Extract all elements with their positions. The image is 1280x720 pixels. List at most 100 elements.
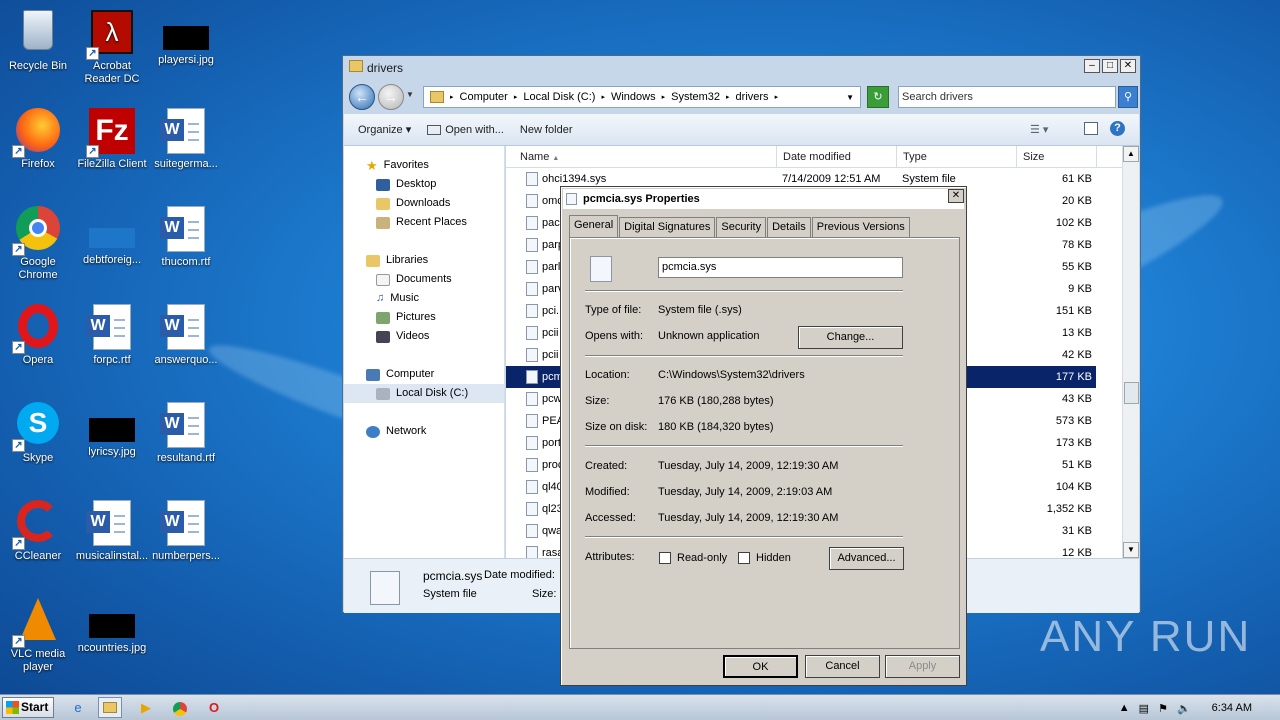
organize-button[interactable]: Organize ▾ — [358, 123, 411, 136]
nav-pictures[interactable]: Pictures — [344, 308, 504, 327]
file-list-scrollbar[interactable]: ▲ ▼ — [1122, 146, 1139, 558]
desktop-icon-lyricsy[interactable]: lyricsy.jpg — [74, 398, 150, 484]
desktop-icon-numberpers[interactable]: W numberpers... — [148, 496, 224, 582]
maximize-button[interactable]: □ — [1102, 59, 1118, 73]
tab-general[interactable]: General — [569, 215, 619, 237]
views-icon[interactable]: ☰ ▾ — [1030, 123, 1048, 136]
scrollbar-thumb[interactable] — [1124, 382, 1139, 404]
breadcrumb-system32[interactable]: System32 — [671, 91, 720, 103]
back-button[interactable]: ← — [349, 84, 375, 110]
close-button[interactable]: ✕ — [1120, 59, 1136, 73]
breadcrumb-local-disk[interactable]: Local Disk (C:) — [523, 91, 595, 103]
recent-pages-chevron-icon[interactable]: ▼ — [406, 90, 414, 99]
readonly-checkbox[interactable] — [659, 552, 671, 564]
media-player-icon[interactable]: ▶ — [134, 697, 158, 718]
nav-favorites[interactable]: ★ Favorites — [344, 156, 504, 175]
dialog-close-button[interactable]: ✕ — [948, 189, 964, 203]
desktop-icon-skype[interactable]: S ↗ Skype — [0, 398, 76, 484]
action-center-icon[interactable]: ⚑ — [1158, 702, 1168, 715]
hidden-label[interactable]: Hidden — [756, 552, 791, 564]
properties-dialog[interactable]: pcmcia.sys Properties ✕ General Digital … — [560, 186, 967, 686]
breadcrumb-windows[interactable]: Windows — [611, 91, 656, 103]
chrome-taskbar-icon[interactable] — [168, 697, 192, 718]
nav-downloads[interactable]: Downloads — [344, 194, 504, 213]
desktop-icon-ncountries[interactable]: ncountries.jpg — [74, 594, 150, 680]
nav-music[interactable]: ♫ Music — [344, 289, 504, 308]
filename-input[interactable]: pcmcia.sys — [658, 257, 903, 278]
address-dropdown-icon[interactable]: ▼ — [846, 93, 854, 102]
show-hidden-icons-icon[interactable]: ▲ — [1119, 702, 1130, 714]
breadcrumb-arrow-icon[interactable]: ▸ — [662, 93, 666, 101]
network-tray-icon[interactable]: ▤ — [1139, 702, 1149, 715]
internet-explorer-icon[interactable]: e — [66, 697, 90, 718]
refresh-button[interactable]: ↻ — [867, 86, 889, 108]
explorer-taskbar-icon[interactable] — [98, 697, 122, 718]
breadcrumb-arrow-icon[interactable]: ▸ — [450, 93, 454, 101]
nav-documents[interactable]: Documents — [344, 270, 504, 289]
minimize-button[interactable]: – — [1084, 59, 1100, 73]
preview-pane-icon[interactable] — [1084, 122, 1098, 135]
explorer-titlebar[interactable]: drivers – □ ✕ — [343, 56, 1140, 78]
nav-local-disk[interactable]: Local Disk (C:) — [344, 384, 504, 403]
nav-network[interactable]: Network — [344, 422, 504, 441]
desktop-icon-chrome[interactable]: ↗ Google Chrome — [0, 202, 76, 288]
forward-button[interactable]: → — [378, 84, 404, 110]
start-button[interactable]: Start — [2, 697, 54, 718]
dialog-title[interactable]: pcmcia.sys Properties — [563, 189, 964, 209]
desktop-icon-musicalinstal[interactable]: W musicalinstal... — [74, 496, 150, 582]
desktop-icon-vlc[interactable]: ↗ VLC media player — [0, 594, 76, 680]
breadcrumb-computer[interactable]: Computer — [460, 91, 508, 103]
scroll-up-arrow-icon[interactable]: ▲ — [1123, 146, 1139, 162]
desktop-icon-opera[interactable]: ↗ Opera — [0, 300, 76, 386]
readonly-label[interactable]: Read-only — [677, 552, 727, 564]
desktop-icon-debtforeig[interactable]: debtforeig... — [74, 202, 150, 288]
search-button[interactable]: ⚲ — [1118, 86, 1138, 108]
breadcrumb-arrow-icon[interactable]: ▸ — [726, 93, 730, 101]
desktop-icon-playersi[interactable]: playersi.jpg — [148, 6, 224, 92]
breadcrumb-arrow-icon[interactable]: ▸ — [601, 93, 605, 101]
desktop-icon-thucom[interactable]: W thucom.rtf — [148, 202, 224, 288]
nav-desktop[interactable]: Desktop — [344, 175, 504, 194]
help-icon[interactable]: ? — [1110, 121, 1125, 136]
advanced-button[interactable]: Advanced... — [829, 547, 904, 570]
address-box[interactable]: ▸ Computer ▸ Local Disk (C:) ▸ Windows ▸… — [423, 86, 861, 108]
desktop-icon-suitegerma[interactable]: W suitegerma... — [148, 104, 224, 190]
breadcrumb-drivers[interactable]: drivers — [736, 91, 769, 103]
desktop-icon-answerquo[interactable]: W answerquo... — [148, 300, 224, 386]
hidden-checkbox[interactable] — [738, 552, 750, 564]
nav-libraries[interactable]: Libraries — [344, 251, 504, 270]
desktop-icon-resultand[interactable]: W resultand.rtf — [148, 398, 224, 484]
nav-recent-places[interactable]: Recent Places — [344, 213, 504, 232]
cancel-button[interactable]: Cancel — [805, 655, 880, 678]
breadcrumb-arrow-icon[interactable]: ▸ — [775, 93, 779, 101]
tab-details[interactable]: Details — [767, 217, 811, 237]
column-header-name[interactable]: Name ▲ — [514, 146, 777, 168]
volume-icon[interactable]: 🔈 — [1177, 702, 1191, 715]
desktop-icon-acrobat[interactable]: λ ↗ Acrobat Reader DC — [74, 6, 150, 92]
tab-security[interactable]: Security — [716, 217, 767, 237]
column-header-type[interactable]: Type — [897, 146, 1017, 168]
open-with-button[interactable]: Open with... — [427, 124, 504, 136]
clock[interactable]: 6:34 AM — [1212, 702, 1252, 714]
new-folder-button[interactable]: New folder — [520, 124, 573, 136]
nav-computer[interactable]: Computer — [344, 365, 504, 384]
desktop-icon-firefox[interactable]: ↗ Firefox — [0, 104, 76, 190]
desktop-icon-recycle-bin[interactable]: Recycle Bin — [0, 6, 76, 92]
desktop-icon-forpc[interactable]: W forpc.rtf — [74, 300, 150, 386]
scroll-down-arrow-icon[interactable]: ▼ — [1123, 542, 1139, 558]
tab-previous-versions[interactable]: Previous Versions — [811, 217, 910, 237]
ok-button[interactable]: OK — [723, 655, 798, 678]
desktop-icon-filezilla[interactable]: Fz ↗ FileZilla Client — [74, 104, 150, 190]
column-headers: Name ▲ Date modified Type Size — [506, 146, 1139, 168]
desktop-icon-ccleaner[interactable]: ↗ CCleaner — [0, 496, 76, 582]
search-input[interactable]: Search drivers — [898, 86, 1116, 108]
system-file-icon — [526, 546, 538, 558]
change-button[interactable]: Change... — [798, 326, 903, 349]
column-header-size[interactable]: Size — [1017, 146, 1097, 168]
opera-taskbar-icon[interactable]: O — [202, 697, 226, 718]
column-header-date[interactable]: Date modified — [777, 146, 897, 168]
breadcrumb-arrow-icon[interactable]: ▸ — [514, 93, 518, 101]
apply-button[interactable]: Apply — [885, 655, 960, 678]
nav-videos[interactable]: Videos — [344, 327, 504, 346]
tab-digital-signatures[interactable]: Digital Signatures — [619, 217, 716, 237]
